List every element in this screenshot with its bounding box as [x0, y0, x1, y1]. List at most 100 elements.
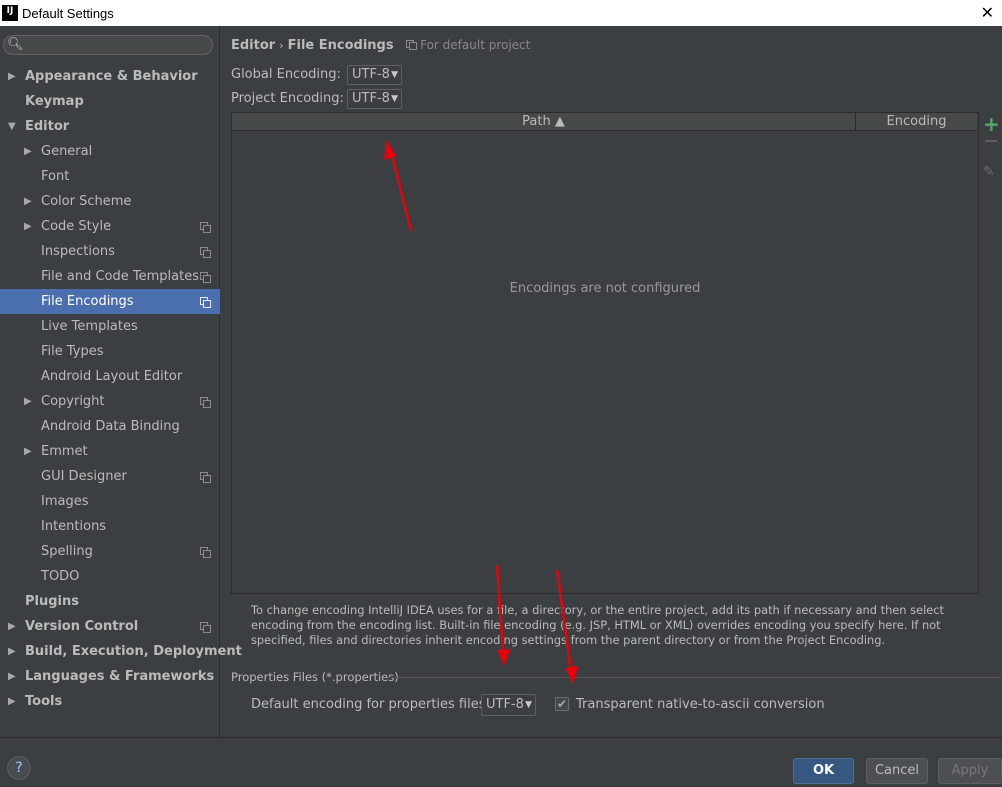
expand-right-icon[interactable]: ▶	[24, 389, 32, 414]
sidebar-item-android-data-binding[interactable]: Android Data Binding	[0, 414, 220, 439]
project-encoding-label: Project Encoding:	[231, 91, 344, 106]
sidebar-item-images[interactable]: Images	[0, 489, 220, 514]
sidebar-item-label: TODO	[41, 569, 80, 584]
apply-button[interactable]: Apply	[938, 758, 1002, 784]
copy-icon	[406, 39, 418, 50]
sidebar-item-live-templates[interactable]: Live Templates	[0, 314, 220, 339]
expand-right-icon[interactable]: ▶	[8, 664, 16, 689]
settings-sidebar: 🔍︎ ▶ Appearance & Behavior Keymap ▼ Editor ▶ G…	[0, 26, 242, 737]
sidebar-item-file-types[interactable]: File Types	[0, 339, 220, 364]
encoding-help-text: To change encoding IntelliJ IDEA uses fo…	[251, 603, 944, 647]
properties-encoding-select[interactable]: UTF-8 ▼	[481, 694, 536, 716]
sidebar-item-label: Plugins	[25, 594, 79, 609]
dropdown-arrow-icon: ▼	[391, 94, 398, 104]
sidebar-item-label: Intentions	[41, 519, 107, 534]
expand-right-icon[interactable]: ▶	[8, 639, 16, 664]
sidebar-item-emmet[interactable]: ▶ Emmet	[0, 439, 220, 464]
sidebar-item-intentions[interactable]: Intentions	[0, 514, 220, 539]
dropdown-arrow-icon: ▼	[525, 700, 532, 710]
settings-tree: ▶ Appearance & Behavior Keymap ▼ Editor ▶ Gene…	[0, 64, 242, 714]
sidebar-item-label: General	[41, 144, 93, 159]
sidebar-item-android-layout-editor[interactable]: Android Layout Editor	[0, 364, 220, 389]
sidebar-item-tools[interactable]: ▶ Tools	[0, 689, 220, 714]
search-icon: 🔍︎	[7, 37, 24, 52]
copy-icon	[200, 222, 211, 233]
path-column-header[interactable]: Path ▲	[232, 113, 856, 131]
expand-right-icon[interactable]: ▶	[8, 64, 16, 89]
scope-text: For default project	[420, 38, 531, 52]
expand-right-icon[interactable]: ▶	[8, 614, 16, 639]
sidebar-item-label: Copyright	[41, 394, 105, 409]
transparent-conversion-label[interactable]: Transparent native-to-ascii conversion	[576, 697, 825, 712]
project-encoding-value: UTF-8	[352, 91, 390, 106]
close-icon[interactable]: ✕	[981, 3, 994, 22]
sidebar-item-plugins[interactable]: Plugins	[0, 589, 220, 614]
sidebar-item-appearance-behavior[interactable]: ▶ Appearance & Behavior	[0, 64, 220, 89]
copy-icon	[200, 622, 211, 633]
breadcrumb: Editor › File Encodings For default projec…	[231, 38, 530, 53]
title-bar: IJ Default Settings ✕	[0, 0, 1002, 26]
project-encoding-select[interactable]: UTF-8 ▼	[347, 89, 402, 109]
sidebar-item-label: Appearance & Behavior	[25, 69, 198, 84]
sidebar-item-build-execution-deployment[interactable]: ▶ Build, Execution, Deployment	[0, 639, 242, 664]
breadcrumb-current: File Encodings	[287, 38, 394, 53]
properties-section-title: Properties Files (*.properties)	[231, 670, 399, 684]
copy-icon	[200, 547, 211, 558]
expand-right-icon[interactable]: ▶	[8, 689, 16, 714]
copy-icon	[200, 272, 211, 283]
sidebar-item-label: Tools	[25, 694, 63, 709]
sidebar-item-keymap[interactable]: Keymap	[0, 89, 220, 114]
breadcrumb-parent: Editor	[231, 38, 276, 53]
expand-right-icon[interactable]: ▶	[24, 189, 32, 214]
sidebar-item-label: Emmet	[41, 444, 88, 459]
transparent-conversion-checkbox[interactable]: ✔	[555, 697, 569, 711]
sidebar-item-gui-designer[interactable]: GUI Designer	[0, 464, 220, 489]
sidebar-item-todo[interactable]: TODO	[0, 564, 220, 589]
encoding-column-header[interactable]: Encoding	[856, 113, 977, 131]
sidebar-item-label: Editor	[25, 119, 70, 134]
sidebar-item-label: Android Data Binding	[41, 419, 180, 434]
copy-icon	[200, 247, 211, 258]
global-encoding-value: UTF-8	[352, 67, 390, 82]
sidebar-item-copyright[interactable]: ▶ Copyright	[0, 389, 220, 414]
sidebar-item-file-and-code-templates[interactable]: File and Code Templates	[0, 264, 220, 289]
expand-down-icon[interactable]: ▼	[8, 114, 16, 139]
sidebar-item-spelling[interactable]: Spelling	[0, 539, 220, 564]
sidebar-item-version-control[interactable]: ▶ Version Control	[0, 614, 220, 639]
expand-right-icon[interactable]: ▶	[24, 139, 32, 164]
sidebar-item-label: Languages & Frameworks	[25, 669, 215, 684]
window-title: Default Settings	[22, 5, 114, 21]
global-encoding-label: Global Encoding:	[231, 67, 341, 82]
sidebar-item-file-encodings[interactable]: File Encodings	[0, 289, 220, 314]
sidebar-item-label: File Types	[41, 344, 104, 359]
help-button[interactable]: ?	[7, 756, 31, 780]
sidebar-item-label: Live Templates	[41, 319, 138, 334]
expand-right-icon[interactable]: ▶	[24, 439, 32, 464]
expand-right-icon[interactable]: ▶	[24, 214, 32, 239]
sidebar-item-general[interactable]: ▶ General	[0, 139, 220, 164]
sidebar-item-color-scheme[interactable]: ▶ Color Scheme	[0, 189, 220, 214]
search-input[interactable]: 🔍︎	[3, 35, 213, 55]
sidebar-item-label: File and Code Templates	[41, 269, 199, 284]
add-icon[interactable]: +	[983, 114, 1000, 134]
sidebar-item-label: Build, Execution, Deployment	[25, 644, 242, 659]
properties-encoding-label: Default encoding for properties files:	[251, 697, 490, 712]
intellij-logo-icon: IJ	[2, 5, 18, 21]
remove-icon[interactable]	[985, 140, 997, 142]
sidebar-item-label: Color Scheme	[41, 194, 132, 209]
sidebar-item-inspections[interactable]: Inspections	[0, 239, 220, 264]
sidebar-item-languages-frameworks[interactable]: ▶ Languages & Frameworks	[0, 664, 220, 689]
global-encoding-select[interactable]: UTF-8 ▼	[347, 65, 402, 85]
sidebar-item-code-style[interactable]: ▶ Code Style	[0, 214, 220, 239]
section-divider	[389, 677, 1002, 678]
ok-button[interactable]: OK	[793, 758, 854, 784]
encodings-table[interactable]: Path ▲ Encoding Encodings are not config…	[231, 112, 979, 594]
cancel-button[interactable]: Cancel	[866, 758, 928, 784]
sidebar-item-font[interactable]: Font	[0, 164, 220, 189]
edit-icon[interactable]: ✎	[983, 164, 995, 180]
sidebar-item-editor[interactable]: ▼ Editor	[0, 114, 220, 139]
empty-table-message: Encodings are not configured	[509, 281, 701, 296]
sidebar-item-label: Inspections	[41, 244, 115, 259]
sidebar-item-label: File Encodings	[41, 294, 134, 309]
sidebar-item-label: Images	[41, 494, 89, 509]
